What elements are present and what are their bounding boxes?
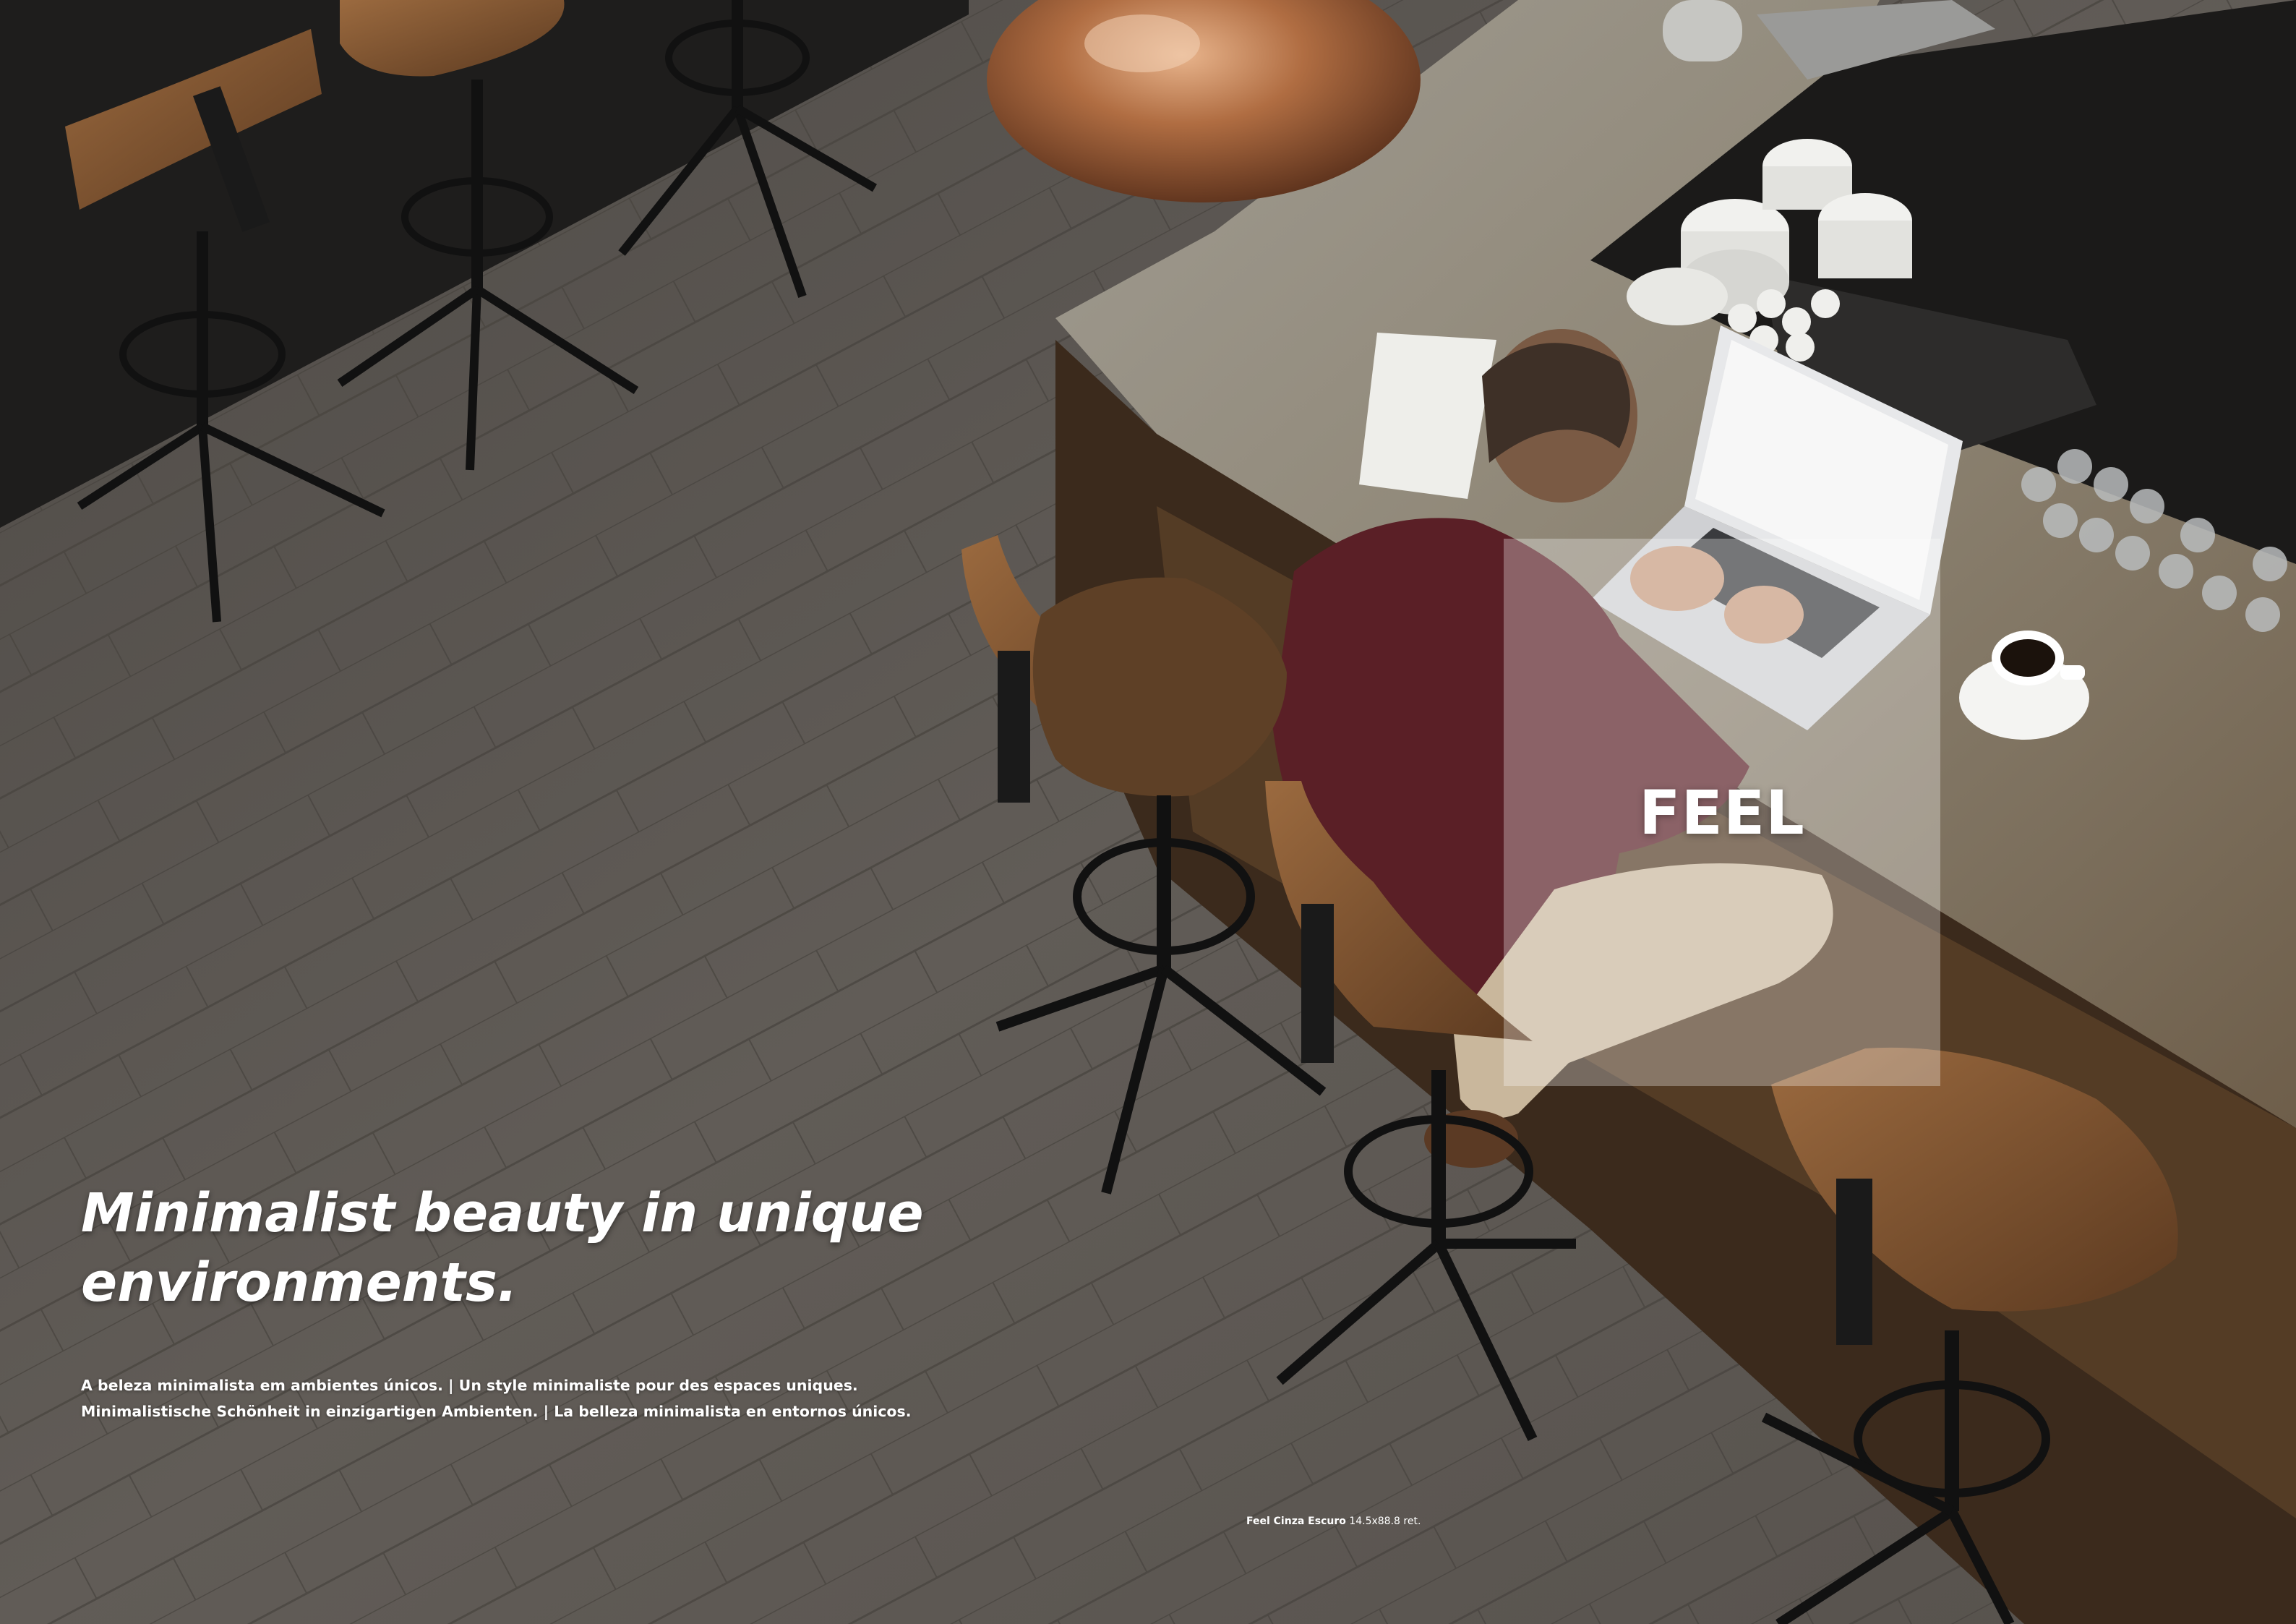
headline-line-2: environments. — [81, 1252, 518, 1314]
subtitle-line-2: Minimalistische Schönheit in einzigartig… — [81, 1403, 912, 1420]
tap — [1663, 0, 1742, 61]
headline-line-1: Minimalist beauty in unique — [81, 1182, 924, 1244]
brand-title: FEEL — [1639, 777, 1805, 848]
brand-panel: FEEL — [1504, 539, 1940, 1086]
product-name: Feel Cinza Escuro — [1246, 1516, 1346, 1527]
headline: Minimalist beauty in unique environments… — [81, 1179, 1021, 1317]
product-caption: Feel Cinza Escuro 14.5x88.8 ret. — [1246, 1516, 1421, 1527]
product-size: 14.5x88.8 ret. — [1349, 1516, 1421, 1527]
translated-subtitle: A beleza minimalista em ambientes únicos… — [81, 1372, 1021, 1424]
subtitle-line-1: A beleza minimalista em ambientes únicos… — [81, 1377, 858, 1394]
